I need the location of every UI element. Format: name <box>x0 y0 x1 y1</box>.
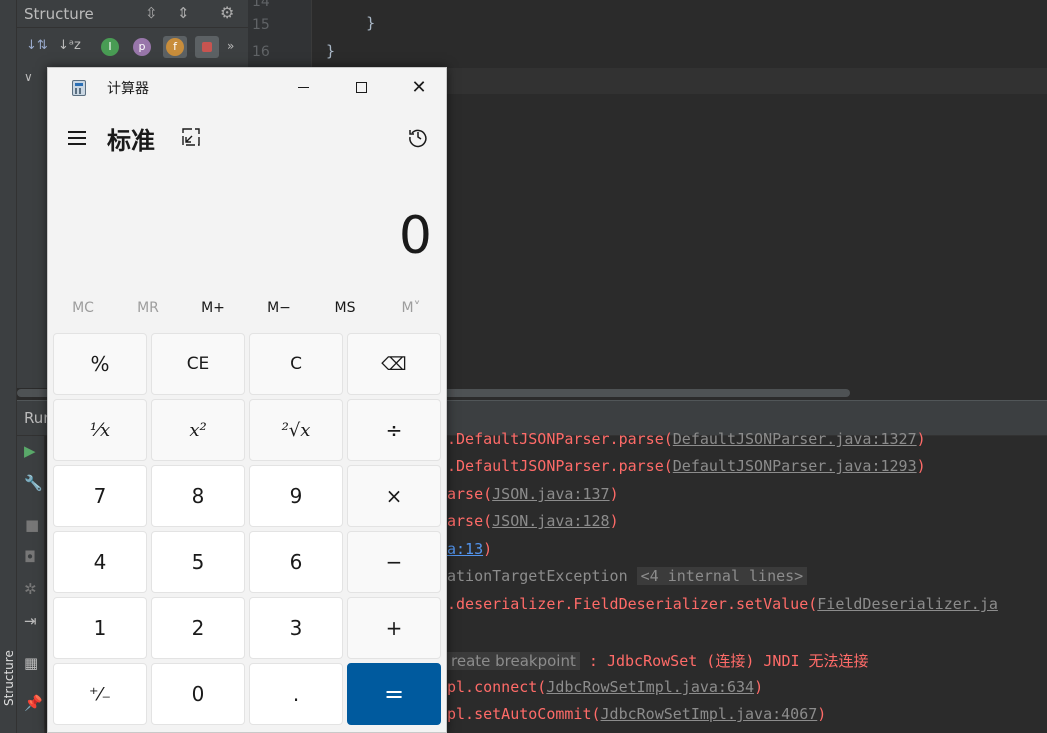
window-title: 计算器 <box>107 81 149 97</box>
memory-clear-button[interactable]: MC <box>50 300 116 316</box>
internal-lines-fold[interactable]: <4 internal lines> <box>636 567 808 585</box>
line-number: 16 <box>252 44 270 60</box>
percent-button[interactable]: % <box>53 333 147 395</box>
more-icon[interactable]: » <box>227 39 234 53</box>
mode-bar: 标准 <box>48 118 446 158</box>
add-button[interactable]: + <box>347 597 441 659</box>
calculator-icon <box>72 80 86 96</box>
digit-1-button[interactable]: 1 <box>53 597 147 659</box>
digit-2-button[interactable]: 2 <box>151 597 245 659</box>
stack-link[interactable]: JdbcRowSetImpl.java:4067 <box>601 705 818 723</box>
digit-5-button[interactable]: 5 <box>151 531 245 593</box>
collapse-all-icon[interactable]: ⇕ <box>177 4 190 22</box>
title-bar[interactable]: 计算器 ✕ <box>48 68 446 108</box>
code-line: } <box>330 14 376 32</box>
digit-3-button[interactable]: 3 <box>249 597 343 659</box>
backspace-button[interactable]: ⌫ <box>347 333 441 395</box>
memory-list-button[interactable]: M˅ <box>378 300 444 316</box>
left-tool-strip: Structure <box>0 0 17 733</box>
line-number: 14 <box>252 0 270 10</box>
structure-title: Structure <box>24 5 94 23</box>
settings-icon[interactable]: ✲ <box>24 580 37 598</box>
digit-4-button[interactable]: 4 <box>53 531 147 593</box>
keep-on-top-icon[interactable] <box>181 127 201 147</box>
close-button[interactable]: ✕ <box>396 68 442 106</box>
memory-recall-button[interactable]: MR <box>115 300 181 316</box>
console-line: ationTargetException <4 internal lines> <box>447 567 808 585</box>
show-inherited-icon[interactable]: I <box>101 38 119 56</box>
stack-link[interactable]: DefaultJSONParser.java:1293 <box>673 457 917 475</box>
memory-bar: MC MR M+ M− MS M˅ <box>48 294 446 324</box>
equals-button[interactable]: = <box>347 663 441 725</box>
mode-title: 标准 <box>107 127 155 155</box>
stack-link[interactable]: JdbcRowSetImpl.java:634 <box>546 678 754 696</box>
lock-icon <box>202 42 212 52</box>
console-line: pl.connect(JdbcRowSetImpl.java:634) <box>447 678 764 696</box>
expand-all-icon[interactable]: ⇳ <box>145 4 158 22</box>
hamburger-icon[interactable] <box>67 128 89 148</box>
divide-button[interactable]: ÷ <box>347 399 441 461</box>
maximize-icon <box>355 81 367 93</box>
rerun-icon[interactable]: ▶ <box>24 442 36 460</box>
memory-add-button[interactable]: M+ <box>180 300 246 316</box>
run-toolbar: ▶ 🔧 ■ ◘ ✲ ⇥ ▦ 📌 <box>17 436 45 733</box>
stack-link[interactable]: DefaultJSONParser.java:1327 <box>673 430 917 448</box>
digit-0-button[interactable]: 0 <box>151 663 245 725</box>
stack-link[interactable]: a:13 <box>447 540 483 558</box>
digit-8-button[interactable]: 8 <box>151 465 245 527</box>
decimal-button[interactable]: . <box>249 663 343 725</box>
console-line: pl.setAutoCommit(JdbcRowSetImpl.java:406… <box>447 705 827 723</box>
minimize-button[interactable] <box>280 68 326 106</box>
result-display: 0 <box>398 206 432 266</box>
maximize-button[interactable] <box>338 68 384 106</box>
create-breakpoint-link[interactable]: reate breakpoint <box>447 652 580 670</box>
console-line: arse(JSON.java:128) <box>447 512 619 530</box>
negate-button[interactable]: ⁺⁄₋ <box>53 663 147 725</box>
camera-icon[interactable]: ◘ <box>24 548 36 566</box>
square-button[interactable]: x² <box>151 399 245 461</box>
structure-panel-header: Structure ⇳ ⇕ ⚙ <box>17 0 248 28</box>
show-non-public-button[interactable] <box>195 36 219 58</box>
clear-entry-button[interactable]: CE <box>151 333 245 395</box>
exit-icon[interactable]: ⇥ <box>24 612 37 630</box>
memory-store-button[interactable]: MS <box>312 300 378 316</box>
stack-link[interactable]: JSON.java:137 <box>492 485 609 503</box>
calculator-window: 计算器 ✕ 标准 0 MC MR M+ M− MS M˅ % CE C ⌫ ¹⁄… <box>47 67 447 733</box>
structure-side-tab[interactable]: Structure <box>2 650 16 706</box>
clear-button[interactable]: C <box>249 333 343 395</box>
code-line: } <box>326 42 336 60</box>
console-line: .DefaultJSONParser.parse(DefaultJSONPars… <box>447 457 926 475</box>
layout-icon[interactable]: ▦ <box>24 654 38 672</box>
stack-link[interactable]: FieldDeserializer.ja <box>817 595 998 613</box>
console-line: .DefaultJSONParser.parse(DefaultJSONPars… <box>447 430 926 448</box>
gear-icon[interactable]: ⚙ <box>220 3 234 22</box>
history-icon[interactable] <box>407 126 429 148</box>
chevron-down-icon[interactable]: ∨ <box>24 70 33 84</box>
line-number: 15 <box>252 17 270 33</box>
stack-link[interactable]: JSON.java:128 <box>492 512 609 530</box>
close-icon: ✕ <box>411 76 427 98</box>
digit-9-button[interactable]: 9 <box>249 465 343 527</box>
digit-7-button[interactable]: 7 <box>53 465 147 527</box>
digit-6-button[interactable]: 6 <box>249 531 343 593</box>
console-line: reate breakpoint : JdbcRowSet (连接) JNDI … <box>447 650 869 671</box>
console-line: arse(JSON.java:137) <box>447 485 619 503</box>
console-line: .deserializer.FieldDeserializer.setValue… <box>447 595 998 613</box>
show-properties-icon[interactable]: p <box>133 38 151 56</box>
sort-by-visibility-icon[interactable]: ↓⇅ <box>26 38 48 53</box>
console-line: a:13) <box>447 540 493 558</box>
subtract-button[interactable]: − <box>347 531 441 593</box>
sort-alphabetically-icon[interactable]: ↓ᵃz <box>58 38 81 53</box>
stop-icon[interactable]: ■ <box>25 516 39 534</box>
square-root-button[interactable]: ²√x <box>249 399 343 461</box>
multiply-button[interactable]: × <box>347 465 441 527</box>
structure-toolbar: ↓⇅ ↓ᵃz I p f » <box>17 34 248 62</box>
reciprocal-button[interactable]: ¹⁄x <box>53 399 147 461</box>
show-fields-button[interactable]: f <box>163 36 187 58</box>
fields-icon: f <box>166 38 184 56</box>
memory-subtract-button[interactable]: M− <box>246 300 312 316</box>
pin-icon[interactable]: 📌 <box>24 694 43 712</box>
minimize-icon <box>297 86 309 88</box>
wrench-icon[interactable]: 🔧 <box>24 474 43 492</box>
